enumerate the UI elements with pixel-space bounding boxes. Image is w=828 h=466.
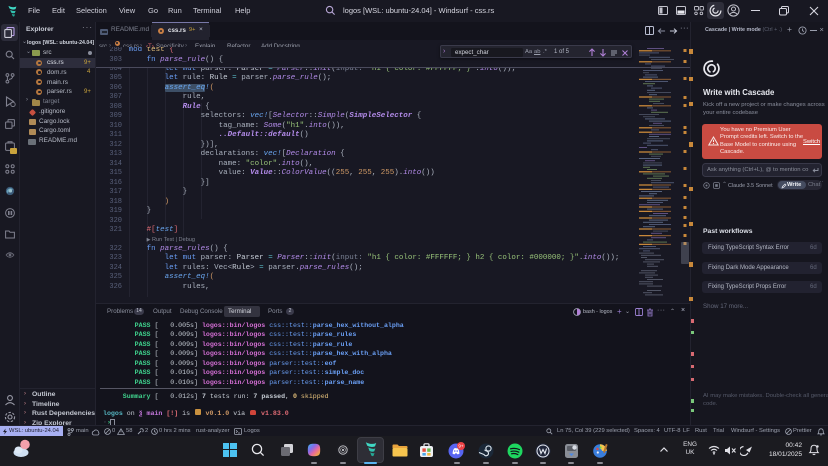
svg-text:9+: 9+ (458, 444, 464, 449)
